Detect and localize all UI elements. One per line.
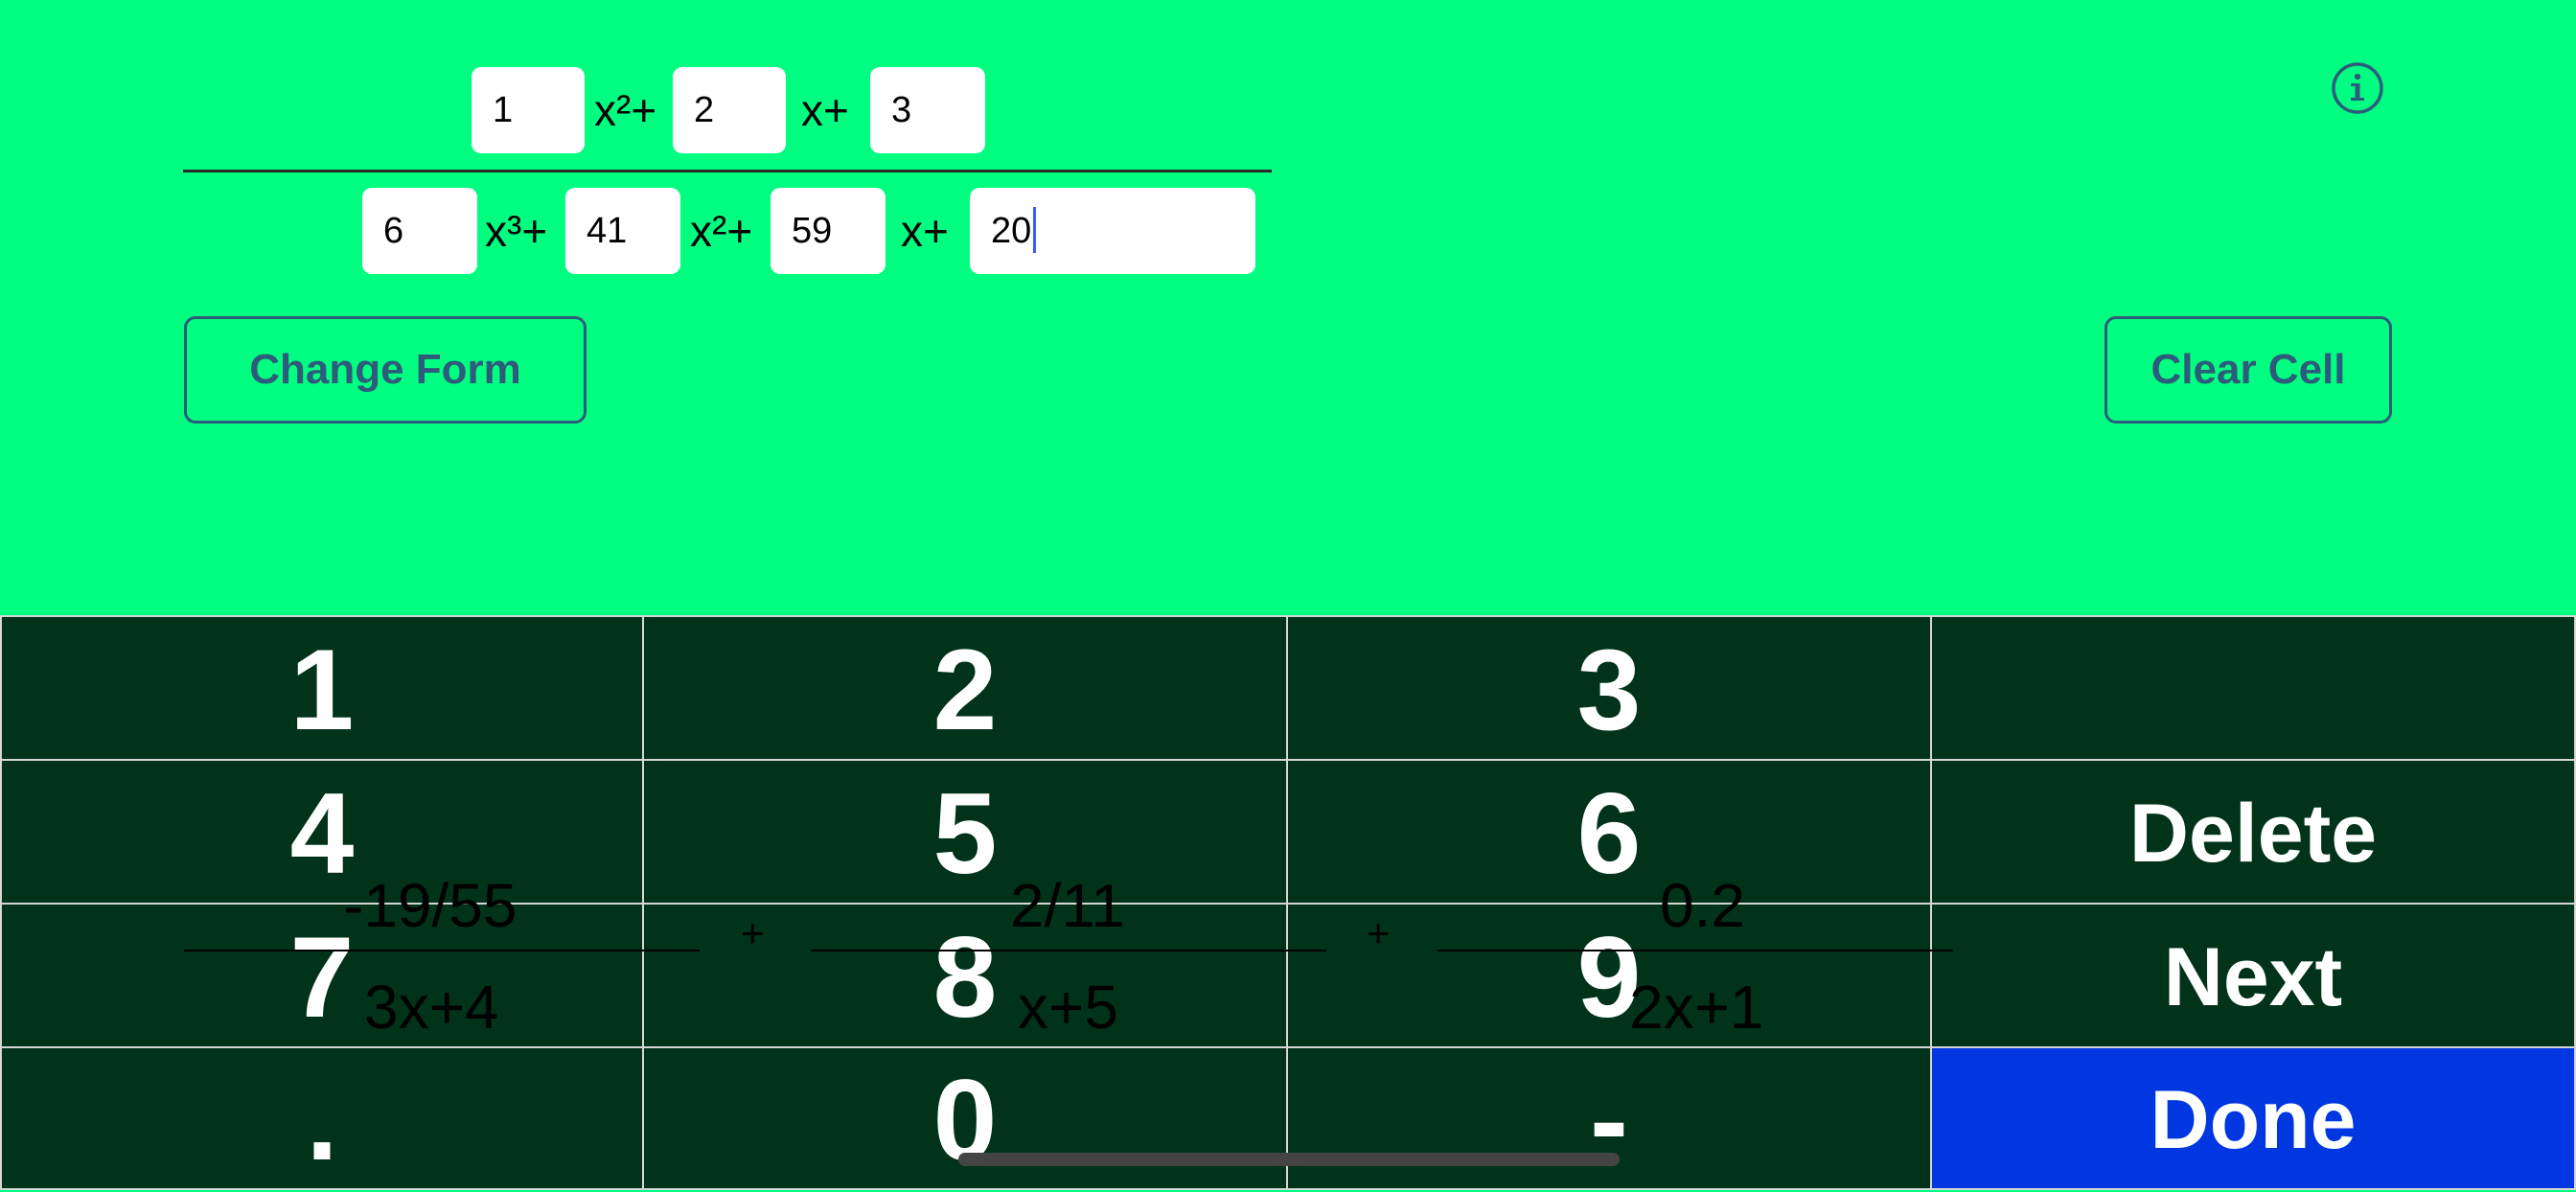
key-4[interactable]: 4 — [0, 759, 644, 905]
home-indicator[interactable] — [958, 1153, 1620, 1166]
denominator-term-x3: x³+ — [485, 206, 548, 256]
numerator-cell-c[interactable]: 3 — [870, 67, 985, 153]
result-term-3-denominator: 2x+1 — [1629, 973, 1764, 1042]
result-term-2-bar — [811, 950, 1326, 951]
result-term-3-numerator: 0.2 — [1660, 871, 1745, 940]
key-blank — [1930, 615, 2576, 761]
denominator-cell-a[interactable]: 6 — [362, 188, 477, 274]
denominator-term-x: x+ — [901, 206, 949, 256]
done-key[interactable]: Done — [1930, 1046, 2576, 1190]
key-1[interactable]: 1 — [0, 615, 644, 761]
key-minus[interactable]: - — [1286, 1046, 1932, 1190]
key-3[interactable]: 3 — [1286, 615, 1932, 761]
result-term-1-numerator: -19/55 — [343, 871, 518, 940]
numerator-term-x2: x²+ — [594, 85, 657, 135]
key-8[interactable]: 8 — [642, 903, 1288, 1048]
key-6[interactable]: 6 — [1286, 759, 1932, 905]
denominator-cell-c[interactable]: 59 — [770, 188, 886, 274]
denominator-cell-b[interactable]: 41 — [565, 188, 680, 274]
result-term-1-bar — [184, 950, 700, 951]
numerator-cell-a[interactable]: 1 — [472, 67, 585, 153]
denominator-cell-d-value: 20 — [991, 211, 1032, 251]
text-caret — [1033, 206, 1037, 253]
key-7[interactable]: 7 — [0, 903, 644, 1048]
result-plus-1: + — [741, 910, 765, 955]
numerator-cell-b[interactable]: 2 — [673, 67, 786, 153]
fraction-bar — [183, 170, 1272, 172]
next-key[interactable]: Next — [1930, 903, 2576, 1048]
denominator-term-x2: x²+ — [690, 206, 753, 256]
numerator-term-x: x+ — [801, 85, 849, 135]
result-term-2-denominator: x+5 — [1018, 973, 1118, 1042]
key-decimal[interactable]: . — [0, 1046, 644, 1190]
info-icon[interactable] — [2331, 61, 2384, 115]
denominator-cell-d[interactable]: 20 — [970, 188, 1255, 274]
key-2[interactable]: 2 — [642, 615, 1288, 761]
result-plus-2: + — [1367, 910, 1391, 955]
result-term-3-bar — [1438, 950, 1953, 951]
delete-key[interactable]: Delete — [1930, 759, 2576, 905]
key-5[interactable]: 5 — [642, 759, 1288, 905]
change-form-button[interactable]: Change Form — [184, 316, 586, 424]
result-term-1-denominator: 3x+4 — [364, 973, 499, 1042]
result-term-2-numerator: 2/11 — [1010, 871, 1125, 940]
clear-cell-button[interactable]: Clear Cell — [2104, 316, 2392, 424]
key-0[interactable]: 0 — [642, 1046, 1288, 1190]
